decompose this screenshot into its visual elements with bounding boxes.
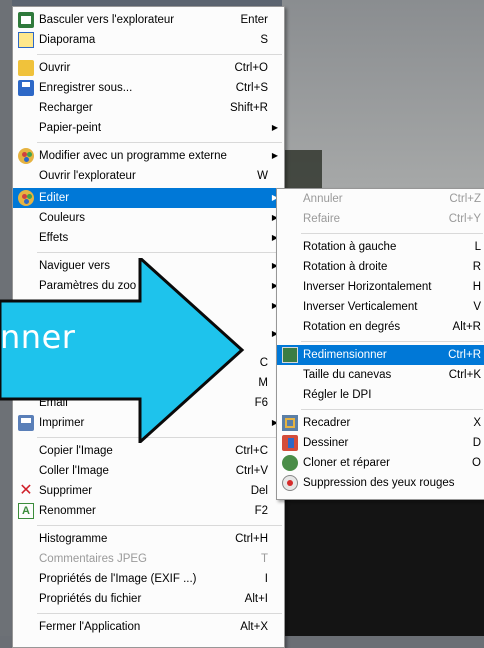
menu-item-fermer-application[interactable]: Fermer l'Application Alt+X: [13, 617, 284, 637]
menu-item-enregistrer-sous[interactable]: Enregistrer sous... Ctrl+S: [13, 78, 284, 98]
menu-item-supprimer[interactable]: ✕ Supprimer Del: [13, 481, 284, 501]
menu-item-editer[interactable]: Editer ▶: [13, 188, 284, 208]
menu-item-refaire[interactable]: Refaire Ctrl+Y: [277, 209, 484, 229]
menu-item-cloner-reparer[interactable]: Cloner et réparer O: [277, 453, 484, 473]
menu-item-yeux-rouges[interactable]: Suppression des yeux rouges: [277, 473, 484, 493]
menu-item-effets[interactable]: Effets ▶: [13, 228, 284, 248]
menu-item-ouvrir[interactable]: Ouvrir Ctrl+O: [13, 58, 284, 78]
crop-icon: [282, 415, 298, 431]
menu-item-proprietes-fichier[interactable]: Propriétés du fichier Alt+I: [13, 589, 284, 609]
palette-icon: [18, 148, 34, 164]
menu-item-couleurs[interactable]: Couleurs ▶: [13, 208, 284, 228]
menu-item-proprietes-image[interactable]: Propriétés de l'Image (EXIF ...) I: [13, 569, 284, 589]
menu-separator: [301, 409, 483, 410]
menu-item-rotation-droite[interactable]: Rotation à droite R: [277, 257, 484, 277]
menu-separator: [301, 341, 483, 342]
menu-item-inverser-verticalement[interactable]: Inverser Verticalement V: [277, 297, 484, 317]
palette-icon: [18, 190, 34, 206]
save-icon: [18, 80, 34, 96]
menu-item-commentaires-jpeg[interactable]: Commentaires JPEG T: [13, 549, 284, 569]
menu-item-ouvrir-explorateur[interactable]: Ouvrir l'explorateur W: [13, 166, 284, 186]
open-folder-icon: [18, 60, 34, 76]
chevron-right-icon: ▶: [271, 123, 278, 132]
menu-item-inverser-horizontalement[interactable]: Inverser Horizontalement H: [277, 277, 484, 297]
menu-item-regler-dpi[interactable]: Régler le DPI: [277, 385, 484, 405]
menu-item-taille-canevas[interactable]: Taille du canevas Ctrl+K: [277, 365, 484, 385]
menu-separator: [37, 525, 282, 526]
menu-item-programme-externe[interactable]: Modifier avec un programme externe ▶: [13, 146, 284, 166]
menu-item-rotation-degres[interactable]: Rotation en degrés Alt+R: [277, 317, 484, 337]
diaporama-icon: [18, 32, 34, 48]
menu-item-basculer-explorateur[interactable]: Basculer vers l'explorateur Enter: [13, 10, 284, 30]
delete-icon: ✕: [19, 482, 33, 499]
red-eye-icon: [282, 475, 298, 491]
menu-item-dessiner[interactable]: Dessiner D: [277, 433, 484, 453]
menu-item-recharger[interactable]: Recharger Shift+R: [13, 98, 284, 118]
menu-item-histogramme[interactable]: Histogramme Ctrl+H: [13, 529, 284, 549]
menu-item-annuler[interactable]: Annuler Ctrl+Z: [277, 189, 484, 209]
menu-item-rotation-gauche[interactable]: Rotation à gauche L: [277, 237, 484, 257]
menu-item-diaporama[interactable]: Diaporama S: [13, 30, 284, 50]
resize-icon: [282, 347, 298, 363]
menu-item-papier-peint[interactable]: Papier-peint ▶: [13, 118, 284, 138]
callout-text: nner: [0, 318, 76, 356]
rename-icon: A: [18, 503, 34, 519]
menu-separator: [37, 54, 282, 55]
menu-item-copier-image[interactable]: Copier l'Image Ctrl+C: [13, 441, 284, 461]
draw-icon: [282, 435, 298, 451]
menu-separator: [37, 142, 282, 143]
basculer-explorer-icon: [18, 12, 34, 28]
clone-icon: [282, 455, 298, 471]
menu-separator: [37, 613, 282, 614]
chevron-right-icon: ▶: [271, 151, 278, 160]
menu-separator: [301, 233, 483, 234]
context-menu-editer: Annuler Ctrl+Z Refaire Ctrl+Y Rotation à…: [276, 188, 484, 500]
stage: [282, 490, 484, 636]
menu-separator: [37, 252, 282, 253]
menu-item-coller-image[interactable]: Coller l'Image Ctrl+V: [13, 461, 284, 481]
menu-item-recadrer[interactable]: Recadrer X: [277, 413, 484, 433]
menu-item-renommer[interactable]: A Renommer F2: [13, 501, 284, 521]
menu-item-redimensionner[interactable]: Redimensionner Ctrl+R: [277, 345, 484, 365]
